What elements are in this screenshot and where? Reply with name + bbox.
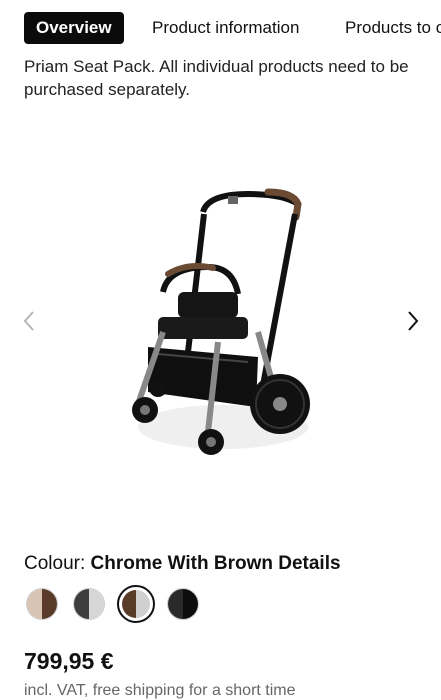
intro-text: Priam Seat Pack. All individual products… xyxy=(24,57,409,99)
chevron-left-icon[interactable] xyxy=(18,308,40,334)
stroller-frame-image xyxy=(132,188,310,455)
colour-value: Chrome With Brown Details xyxy=(90,553,341,574)
swatch-rose-brown[interactable] xyxy=(26,588,58,620)
product-image-carousel xyxy=(0,120,441,520)
colour-selection-label: Colour: Chrome With Brown Details xyxy=(24,553,341,575)
price-note: incl. VAT, free shipping for a short tim… xyxy=(24,682,296,699)
swatch-chrome-brown[interactable] xyxy=(117,585,155,623)
swatch-matt-black[interactable] xyxy=(73,588,105,620)
swatch-chrome-black[interactable] xyxy=(167,588,199,620)
tab-product-information[interactable]: Product information xyxy=(152,12,299,44)
tab-bar: Overview Product information Products to… xyxy=(0,0,441,58)
tab-overview[interactable]: Overview xyxy=(24,12,124,44)
tab-products-to-combine[interactable]: Products to c xyxy=(345,12,441,44)
chevron-right-icon[interactable] xyxy=(402,308,424,334)
price: 799,95 € xyxy=(24,648,114,674)
colour-label: Colour: xyxy=(24,553,86,574)
colour-swatches xyxy=(24,585,224,625)
